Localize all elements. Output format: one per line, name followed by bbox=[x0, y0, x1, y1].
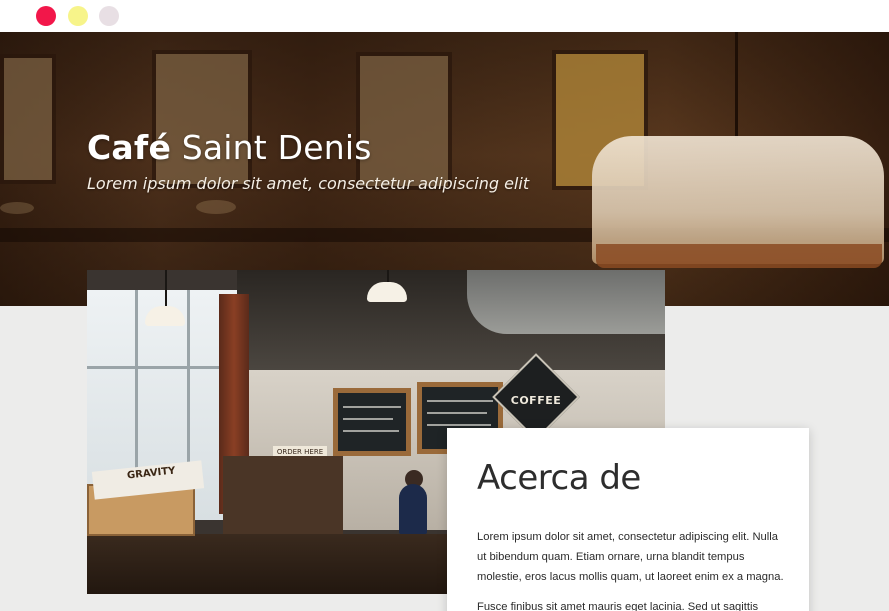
wall-picture-frame bbox=[0, 54, 56, 184]
site-title-rest: Saint Denis bbox=[181, 128, 372, 167]
pendant-lamp bbox=[367, 282, 407, 302]
barista bbox=[399, 484, 427, 534]
window-transom bbox=[87, 366, 237, 369]
site-title-bold: Café bbox=[87, 128, 172, 167]
wall-picture-frame bbox=[356, 52, 452, 190]
menu-line bbox=[343, 406, 401, 408]
coffee-sign-text: COFFEE bbox=[510, 394, 562, 407]
lamp-cord bbox=[735, 32, 738, 138]
about-paragraph-2: Fusce finibus sit amet mauris eget lacin… bbox=[477, 601, 759, 611]
menu-line bbox=[427, 424, 491, 426]
photo-shelving bbox=[223, 456, 343, 536]
about-paragraph-1: Lorem ipsum dolor sit amet, consectetur … bbox=[477, 531, 784, 583]
pendant-cord bbox=[165, 270, 167, 308]
photo-air-duct bbox=[467, 270, 665, 334]
menu-line bbox=[343, 418, 393, 420]
minimize-window-button[interactable] bbox=[68, 6, 88, 26]
site-title: Café Saint Denis bbox=[87, 128, 372, 167]
site-tagline: Lorem ipsum dolor sit amet, consectetur … bbox=[87, 174, 530, 193]
about-heading: Acerca de bbox=[477, 458, 641, 498]
about-card: Acerca de Lorem ipsum dolor sit amet, co… bbox=[447, 428, 809, 611]
pendant-lamp-rim bbox=[596, 244, 882, 268]
light-reflection bbox=[196, 200, 236, 214]
hero-banner bbox=[0, 32, 889, 306]
pendant-lamp bbox=[145, 306, 185, 326]
menu-line bbox=[427, 412, 487, 414]
menu-line bbox=[427, 400, 493, 402]
close-window-button[interactable] bbox=[36, 6, 56, 26]
window-titlebar bbox=[0, 0, 889, 32]
wall-picture-frame bbox=[152, 50, 252, 188]
light-reflection bbox=[0, 202, 34, 214]
menu-line bbox=[343, 430, 399, 432]
maximize-window-button[interactable] bbox=[99, 6, 119, 26]
menu-chalkboard bbox=[333, 388, 411, 456]
